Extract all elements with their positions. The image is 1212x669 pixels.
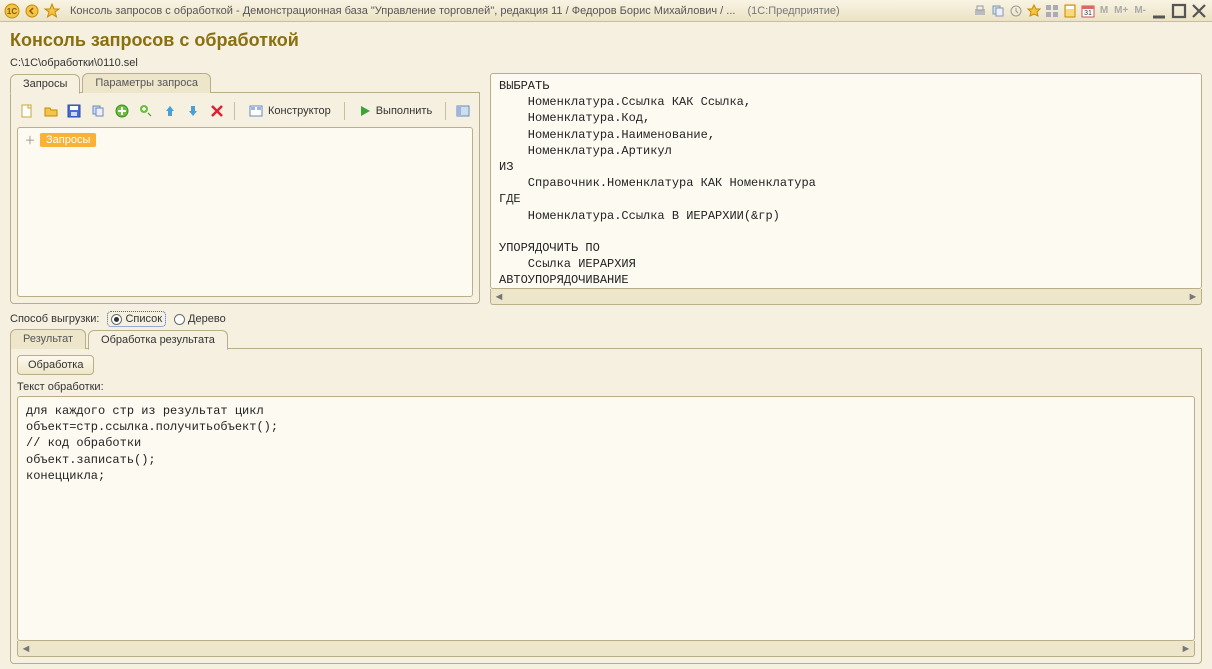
- bottom-tabs: Результат Обработка результата: [10, 329, 1202, 349]
- nav-back-icon[interactable]: [24, 3, 40, 19]
- new-icon[interactable]: [17, 101, 37, 121]
- export-mode-row: Способ выгрузки: Список Дерево: [10, 313, 1202, 325]
- queries-toolbar: Конструктор Выполнить: [17, 99, 473, 127]
- radio-dot-icon: [111, 314, 122, 325]
- radio-list[interactable]: Список: [109, 313, 164, 325]
- scroll-left-icon[interactable]: ◄: [18, 642, 34, 656]
- processing-button[interactable]: Обработка: [17, 355, 94, 375]
- add-icon[interactable]: [112, 101, 132, 121]
- radio-tree-label: Дерево: [188, 313, 226, 325]
- settings-panel-icon[interactable]: [453, 101, 473, 121]
- scroll-right-icon[interactable]: ►: [1185, 290, 1201, 304]
- window-title: Консоль запросов с обработкой - Демонстр…: [70, 5, 735, 17]
- delete-icon[interactable]: [207, 101, 227, 121]
- toolbar-grid-icon[interactable]: [1044, 3, 1060, 19]
- tab-queries[interactable]: Запросы: [10, 74, 80, 94]
- processing-text-label: Текст обработки:: [17, 381, 1195, 393]
- page-title: Консоль запросов с обработкой: [10, 30, 1202, 51]
- tree-root-item[interactable]: ＋ Запросы: [22, 132, 468, 148]
- execute-label: Выполнить: [376, 105, 432, 117]
- window-minimize[interactable]: [1150, 3, 1168, 19]
- radio-dot-icon: [174, 314, 185, 325]
- save-icon[interactable]: [65, 101, 85, 121]
- move-down-icon[interactable]: [183, 101, 203, 121]
- window-title-suffix: (1С:Предприятие): [747, 5, 839, 17]
- toolbar-calendar-icon[interactable]: 31: [1080, 3, 1096, 19]
- toolbar-history-icon[interactable]: [1008, 3, 1024, 19]
- scroll-left-icon[interactable]: ◄: [491, 290, 507, 304]
- toolbar-copy-icon[interactable]: [990, 3, 1006, 19]
- move-up-icon[interactable]: [160, 101, 180, 121]
- favorite-star-icon[interactable]: [44, 3, 60, 19]
- tree-root-label: Запросы: [40, 133, 96, 147]
- toolbar-print-icon[interactable]: [972, 3, 988, 19]
- tab-result-processing[interactable]: Обработка результата: [88, 330, 228, 350]
- memory-m[interactable]: M: [1098, 5, 1110, 16]
- app-icon-1c: 1C: [4, 3, 20, 19]
- add-child-icon[interactable]: [136, 101, 156, 121]
- query-text-editor[interactable]: ВЫБРАТЬ Номенклатура.Ссылка КАК Ссылка, …: [490, 73, 1202, 289]
- window-close[interactable]: [1190, 3, 1208, 19]
- toolbar-star-icon[interactable]: [1026, 3, 1042, 19]
- radio-list-label: Список: [125, 313, 162, 325]
- execute-button[interactable]: Выполнить: [352, 101, 438, 121]
- memory-mplus[interactable]: M+: [1112, 5, 1130, 16]
- tab-query-parameters[interactable]: Параметры запроса: [82, 73, 211, 93]
- export-mode-label: Способ выгрузки:: [10, 313, 99, 325]
- top-tabs: Запросы Параметры запроса: [10, 73, 480, 93]
- radio-tree[interactable]: Дерево: [174, 313, 226, 325]
- tab-result[interactable]: Результат: [10, 329, 86, 349]
- constructor-button[interactable]: Конструктор: [242, 101, 337, 121]
- scroll-right-icon[interactable]: ►: [1178, 642, 1194, 656]
- toolbar-calculator-icon[interactable]: [1062, 3, 1078, 19]
- query-hscrollbar[interactable]: ◄ ►: [490, 289, 1202, 305]
- window-titlebar: 1C Консоль запросов с обработкой - Демон…: [0, 0, 1212, 22]
- copy-icon[interactable]: [88, 101, 108, 121]
- window-restore[interactable]: [1170, 3, 1188, 19]
- constructor-label: Конструктор: [268, 105, 331, 117]
- processing-code-editor[interactable]: для каждого стр из результат цикл объект…: [17, 396, 1195, 641]
- svg-text:1C: 1C: [7, 7, 17, 16]
- queries-tree[interactable]: ＋ Запросы: [17, 127, 473, 297]
- open-icon[interactable]: [41, 101, 61, 121]
- tree-expand-icon[interactable]: ＋: [24, 134, 36, 146]
- svg-text:31: 31: [1084, 10, 1092, 17]
- processing-hscrollbar[interactable]: ◄ ►: [17, 641, 1195, 657]
- file-path: C:\1C\обработки\0110.sel: [10, 57, 1202, 69]
- memory-mminus[interactable]: M-: [1132, 5, 1148, 16]
